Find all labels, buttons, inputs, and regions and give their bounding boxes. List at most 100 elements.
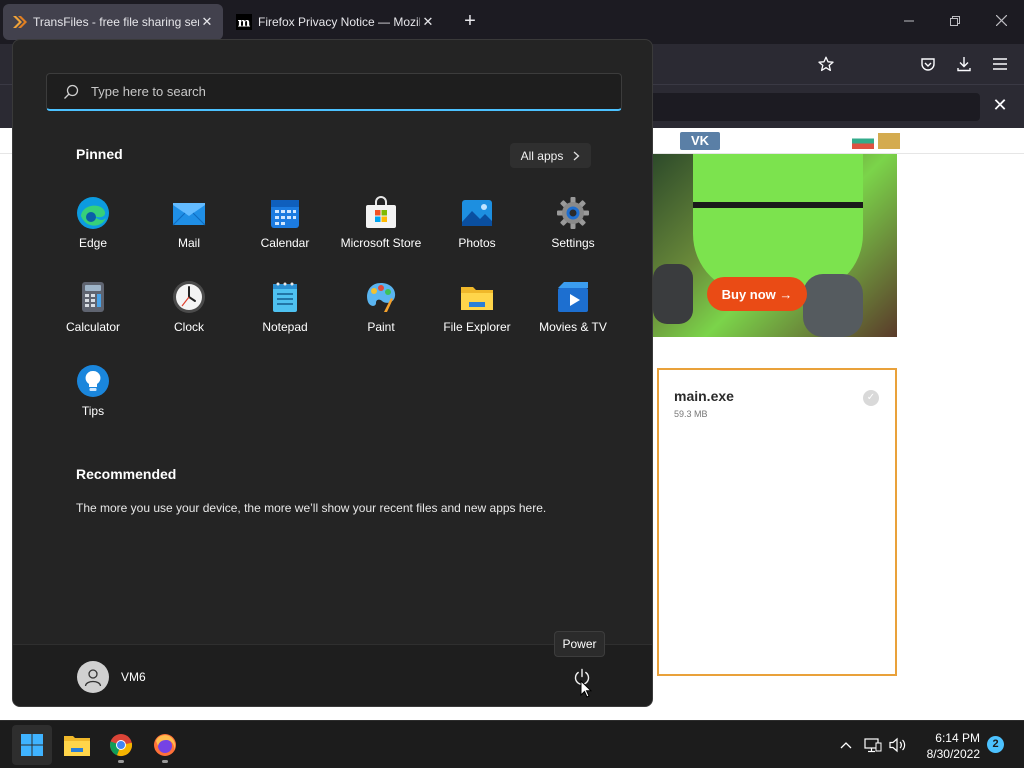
new-tab-button[interactable]: + — [459, 10, 481, 32]
recommended-heading: Recommended — [76, 466, 177, 482]
tab-firefox-privacy[interactable]: m Firefox Privacy Notice — Mozilla ✕ — [228, 4, 444, 40]
movies-icon — [558, 282, 588, 312]
pinned-heading: Pinned — [76, 146, 123, 162]
bulgarian-flag-icon[interactable] — [852, 133, 874, 149]
recommended-empty-text: The more you use your device, the more w… — [76, 501, 547, 515]
app-label: Tips — [81, 404, 105, 418]
paint-icon — [367, 283, 396, 312]
tab-title: TransFiles - free file sharing servi — [33, 15, 199, 29]
windows-logo-icon — [21, 734, 43, 756]
user-avatar-icon[interactable] — [77, 661, 109, 693]
chevron-up-icon[interactable] — [836, 735, 856, 755]
close-window-icon[interactable] — [986, 8, 1016, 34]
taskbar-chrome[interactable] — [101, 725, 141, 765]
minimize-icon[interactable] — [894, 8, 924, 34]
ad-image-glove-right — [803, 274, 863, 337]
desktop-screen: TransFiles - free file sharing servi ✕ m… — [0, 0, 1024, 768]
tips-bulb-icon — [77, 365, 109, 397]
ad-image-glove-left — [653, 264, 693, 324]
pinned-app-calendar[interactable]: Calendar — [237, 184, 333, 264]
pocket-icon[interactable] — [915, 52, 941, 76]
settings-gear-icon — [557, 197, 589, 229]
app-label: File Explorer — [443, 320, 511, 334]
bookmark-star-icon[interactable] — [813, 52, 839, 76]
app-label: Mail — [177, 236, 200, 250]
pinned-app-paint[interactable]: Paint — [333, 268, 429, 348]
network-icon[interactable] — [863, 735, 883, 755]
mouse-cursor-icon — [580, 680, 592, 698]
app-label: Edge — [78, 236, 108, 250]
tab-close-icon[interactable]: ✕ — [199, 14, 215, 30]
app-label: Calculator — [65, 320, 121, 334]
chrome-icon — [110, 734, 133, 757]
app-label: Paint — [367, 320, 395, 334]
app-label: Settings — [551, 236, 595, 250]
search-input[interactable] — [91, 84, 591, 99]
file-name: main.exe — [674, 388, 734, 404]
taskbar-firefox[interactable] — [145, 725, 185, 765]
taskbar-clock[interactable]: 6:14 PM 8/30/2022 — [916, 730, 980, 762]
pinned-app-mail[interactable]: Mail — [141, 184, 237, 264]
tab-title: Firefox Privacy Notice — Mozilla — [258, 15, 420, 29]
pinned-app-file-explorer[interactable]: File Explorer — [429, 268, 525, 348]
clock-time: 6:14 PM — [935, 731, 980, 745]
menu-hamburger-icon[interactable] — [987, 52, 1013, 76]
ad-image-harness — [693, 202, 863, 208]
mozilla-m-icon: m — [236, 14, 252, 30]
pinned-app-photos[interactable]: Photos — [429, 184, 525, 264]
app-label: Microsoft Store — [340, 236, 422, 250]
app-label: Photos — [458, 236, 496, 250]
calculator-icon — [82, 282, 104, 312]
app-label: Clock — [173, 320, 204, 334]
buy-now-button[interactable]: Buy now → — [707, 277, 807, 311]
mail-icon — [172, 203, 206, 226]
folder-icon — [64, 736, 90, 756]
pinned-app-calculator[interactable]: Calculator — [45, 268, 141, 348]
calendar-icon — [271, 200, 299, 228]
tab-close-icon[interactable]: ✕ — [420, 14, 436, 30]
chevron-right-icon — [573, 151, 580, 160]
clock-date: 8/30/2022 — [926, 747, 980, 761]
app-label: Movies & TV — [539, 320, 607, 334]
svg-text:m: m — [238, 16, 251, 30]
app-label: Notepad — [262, 320, 308, 334]
edge-icon — [77, 197, 109, 229]
advertisement-banner[interactable]: Buy now → — [653, 154, 897, 337]
pinned-app-clock[interactable]: Clock — [141, 268, 237, 348]
notification-badge[interactable]: 2 — [987, 736, 1004, 753]
start-button[interactable] — [12, 725, 52, 765]
transfiles-chevron-icon — [11, 14, 27, 30]
restore-icon[interactable] — [940, 8, 970, 34]
start-search-box[interactable] — [46, 73, 622, 111]
downloads-icon[interactable] — [951, 52, 977, 76]
ad-image-shirt — [693, 154, 863, 294]
file-size: 59.3 MB — [674, 409, 708, 419]
vk-share-button[interactable]: VK — [680, 132, 720, 150]
pinned-app-tips[interactable]: Tips — [45, 352, 141, 432]
tab-transfiles[interactable]: TransFiles - free file sharing servi ✕ — [3, 4, 223, 40]
firefox-icon — [154, 734, 176, 756]
notepad-icon — [273, 282, 297, 312]
pinned-app-notepad[interactable]: Notepad — [237, 268, 333, 348]
power-tooltip: Power — [554, 631, 605, 657]
running-indicator — [162, 760, 168, 763]
user-name[interactable]: VM6 — [121, 670, 146, 684]
uk-flag-icon[interactable] — [878, 133, 900, 149]
pinned-app-movies-tv[interactable]: Movies & TV — [525, 268, 621, 348]
pinned-app-microsoft-store[interactable]: Microsoft Store — [333, 184, 429, 264]
clock-icon — [173, 281, 205, 313]
pinned-app-settings[interactable]: Settings — [525, 184, 621, 264]
all-apps-button[interactable]: All apps — [510, 143, 591, 168]
file-card[interactable]: main.exe 59.3 MB ✓ — [657, 368, 897, 676]
check-icon: ✓ — [863, 390, 879, 406]
taskbar-file-explorer[interactable] — [57, 725, 97, 765]
folder-icon — [461, 287, 493, 310]
running-indicator — [118, 760, 124, 763]
app-label: Calendar — [260, 236, 310, 250]
store-icon — [366, 196, 396, 228]
pinned-app-edge[interactable]: Edge — [45, 184, 141, 264]
bar-close-button[interactable]: ✕ — [990, 95, 1010, 115]
volume-icon[interactable] — [888, 735, 908, 755]
taskbar: 6:14 PM 8/30/2022 2 — [0, 720, 1024, 768]
start-menu: Pinned All apps Edge Mail Calendar Micro… — [12, 39, 653, 707]
